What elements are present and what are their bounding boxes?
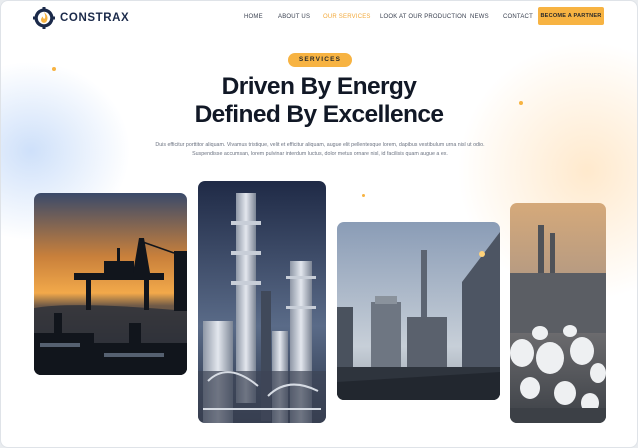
decorative-dot [519, 101, 523, 105]
become-partner-button[interactable]: BECOME A PARTNER [538, 7, 604, 25]
page-frame: CONSTRAX HOME ABOUT US OUR SERVICES LOOK… [0, 0, 638, 448]
nav-item-news[interactable]: NEWS [470, 14, 489, 20]
headline-line-1: Driven By Energy [221, 73, 417, 100]
nav-item-production[interactable]: LOOK AT OUR PRODUCTION [380, 14, 467, 20]
hero-headline: Driven By Energy Defined By Excellence [1, 73, 637, 129]
photo-industrial-plant [337, 222, 500, 400]
services-badge: SERVICES [288, 53, 352, 67]
nav-item-contact[interactable]: CONTACT [503, 14, 533, 20]
decorative-dot [362, 194, 365, 197]
nav-item-home[interactable]: HOME [244, 14, 263, 20]
photo-offshore-rig [34, 193, 187, 375]
decorative-dot [52, 67, 56, 71]
nav-item-our-services[interactable]: OUR SERVICES [323, 14, 371, 20]
nav-item-about-us[interactable]: ABOUT US [278, 14, 310, 20]
headline-line-2: Defined By Excellence [194, 101, 444, 128]
top-navigation: CONSTRAX HOME ABOUT US OUR SERVICES LOOK… [1, 1, 637, 35]
hero-description: Duis efficitur porttitor aliquam. Vivamu… [155, 142, 485, 157]
photo-storage-tanks [510, 203, 606, 423]
photo-refinery-towers [198, 181, 326, 423]
